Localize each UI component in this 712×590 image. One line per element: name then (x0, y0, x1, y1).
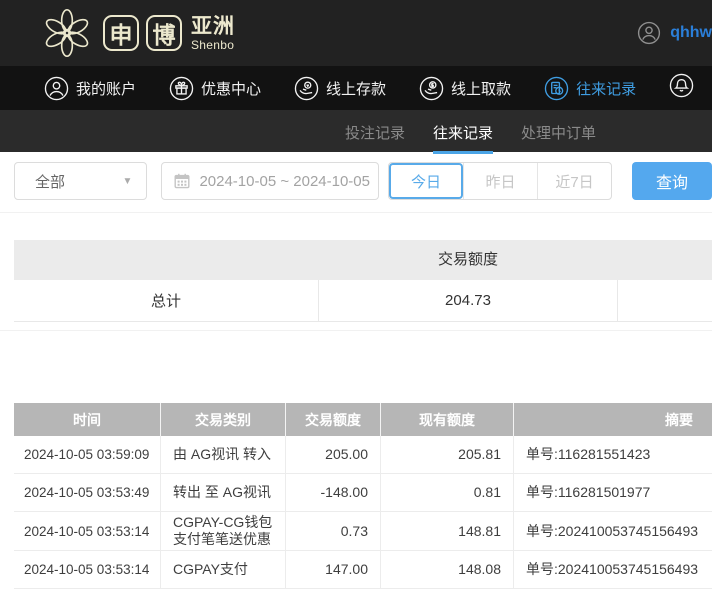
yesterday-button[interactable]: 昨日 (463, 163, 537, 199)
table-row: 2024-10-05 03:53:14 CGPAY-CG钱包支付笔笔送优惠 0.… (14, 512, 712, 551)
summary-total-label: 总计 (150, 293, 181, 310)
transactions-table: 时间 交易类别 交易额度 现有额度 摘要 2024-10-05 03:59:09… (14, 403, 712, 589)
cell-memo: 单号:116281551423 (513, 436, 712, 473)
tab-processing-orders[interactable]: 处理中订单 (521, 110, 596, 152)
brand-wordmark: 亚洲 Shenbo (191, 16, 235, 51)
date-range-input[interactable]: 2024-10-05 ~ 2024-10-05 (161, 162, 379, 200)
cell-type: CGPAY支付 (160, 551, 285, 588)
brand-char-shen: 申 (103, 15, 139, 51)
cell-amount: -148.00 (285, 474, 380, 511)
nav-item-promotions[interactable]: 优惠中心 (169, 76, 261, 101)
records-icon (544, 76, 569, 101)
cell-memo: 单号:202410053745156493 (513, 512, 712, 550)
top-header: 申 博 亚洲 Shenbo qhhwz (0, 0, 712, 66)
user-account[interactable]: qhhwz (637, 21, 712, 45)
summary-total-row: 总计 204.73 (14, 280, 712, 322)
cell-amount: 205.00 (285, 436, 380, 473)
last-7-days-button[interactable]: 近7日 (537, 163, 611, 199)
cell-time: 2024-10-05 03:53:14 (24, 523, 150, 539)
column-header-memo: 摘要 (513, 403, 712, 436)
brand-logo[interactable]: 申 博 亚洲 Shenbo (38, 4, 235, 62)
withdraw-icon (419, 76, 444, 101)
user-avatar-icon (637, 21, 661, 45)
column-header-type: 交易类别 (160, 403, 285, 436)
tab-transaction-records[interactable]: 往来记录 (433, 110, 494, 154)
button-label: 近7日 (555, 173, 594, 191)
record-tabs: 投注记录 往来记录 处理中订单 (0, 110, 712, 154)
cell-time: 2024-10-05 03:53:14 (24, 562, 150, 577)
category-select-value: 全部 (35, 173, 66, 191)
nav-label: 往来记录 (576, 80, 637, 98)
cell-type: CGPAY-CG钱包支付笔笔送优惠 (160, 512, 285, 550)
nav-item-transaction-records[interactable]: 往来记录 (544, 76, 636, 101)
main-navigation: 我的账户 优惠中心 线上存款 线上取款 往来记录 (0, 66, 712, 110)
cell-type: 由 AG视讯 转入 (160, 436, 285, 473)
table-row: 2024-10-05 03:59:09 由 AG视讯 转入 205.00 205… (14, 436, 712, 474)
nav-label: 我的账户 (76, 80, 137, 98)
button-label: 今日 (410, 173, 441, 191)
brand-name-latin: Shenbo (191, 37, 235, 52)
username[interactable]: qhhwz (670, 24, 712, 42)
tab-label: 投注记录 (345, 125, 406, 142)
cell-amount: 0.73 (285, 512, 380, 550)
cell-type: 转出 至 AG视讯 (160, 474, 285, 511)
cell-balance: 205.81 (380, 436, 513, 473)
cell-balance: 148.81 (380, 512, 513, 550)
nav-label: 线上存款 (326, 80, 387, 98)
nav-item-withdraw[interactable]: 线上取款 (419, 76, 511, 101)
nav-item-my-account[interactable]: 我的账户 (44, 76, 136, 101)
divider (0, 212, 712, 213)
quick-date-buttons: 今日 昨日 近7日 (388, 162, 612, 200)
summary-column-header: 交易额度 (437, 251, 498, 268)
tab-label: 往来记录 (433, 122, 494, 154)
gift-icon (169, 76, 194, 101)
column-header-balance: 现有额度 (380, 403, 513, 436)
flower-logo-icon (38, 4, 96, 62)
column-header-time: 时间 (73, 411, 101, 428)
cell-balance: 0.81 (380, 474, 513, 511)
summary-total-value: 204.73 (318, 280, 618, 321)
nav-item-deposit[interactable]: 线上存款 (294, 76, 386, 101)
transactions-header-row: 时间 交易类别 交易额度 现有额度 摘要 (14, 403, 712, 436)
nav-label: 线上取款 (451, 80, 512, 98)
chevron-down-icon: ▼ (122, 175, 133, 187)
summary-empty-cell (618, 280, 712, 321)
brand-char-bo: 博 (146, 15, 182, 51)
calendar-icon (174, 173, 190, 189)
cell-amount: 147.00 (285, 551, 380, 588)
button-label: 昨日 (485, 173, 516, 191)
brand-region: 亚洲 (191, 14, 235, 38)
nav-label: 优惠中心 (201, 80, 262, 98)
divider (0, 330, 712, 331)
cell-balance: 148.08 (380, 551, 513, 588)
column-header-amount: 交易额度 (285, 403, 380, 436)
filter-toolbar: 全部 ▼ 2024-10-05 ~ 2024-10-05 今日 昨日 近7日 查… (14, 162, 712, 200)
deposit-icon (294, 76, 319, 101)
tab-label: 处理中订单 (521, 125, 597, 142)
table-row: 2024-10-05 03:53:49 转出 至 AG视讯 -148.00 0.… (14, 474, 712, 512)
date-range-value: 2024-10-05 ~ 2024-10-05 (199, 172, 370, 190)
cell-memo: 单号:202410053745156493 (513, 551, 712, 588)
search-button[interactable]: 查询 (632, 162, 712, 200)
cell-time: 2024-10-05 03:53:49 (24, 485, 150, 500)
cell-time: 2024-10-05 03:59:09 (24, 447, 150, 462)
summary-header-row: 交易额度 (14, 240, 712, 280)
bell-icon (669, 73, 694, 103)
user-icon (44, 76, 69, 101)
summary-table: 交易额度 总计 204.73 (14, 240, 712, 322)
cell-memo: 单号:116281501977 (513, 474, 712, 511)
tab-betting-records[interactable]: 投注记录 (345, 110, 405, 152)
transaction-records-page: 申 博 亚洲 Shenbo qhhwz (0, 0, 712, 590)
today-button[interactable]: 今日 (389, 163, 463, 199)
notifications-bell[interactable] (669, 73, 694, 103)
table-row: 2024-10-05 03:53:14 CGPAY支付 147.00 148.0… (14, 551, 712, 589)
category-select[interactable]: 全部 ▼ (14, 162, 148, 200)
